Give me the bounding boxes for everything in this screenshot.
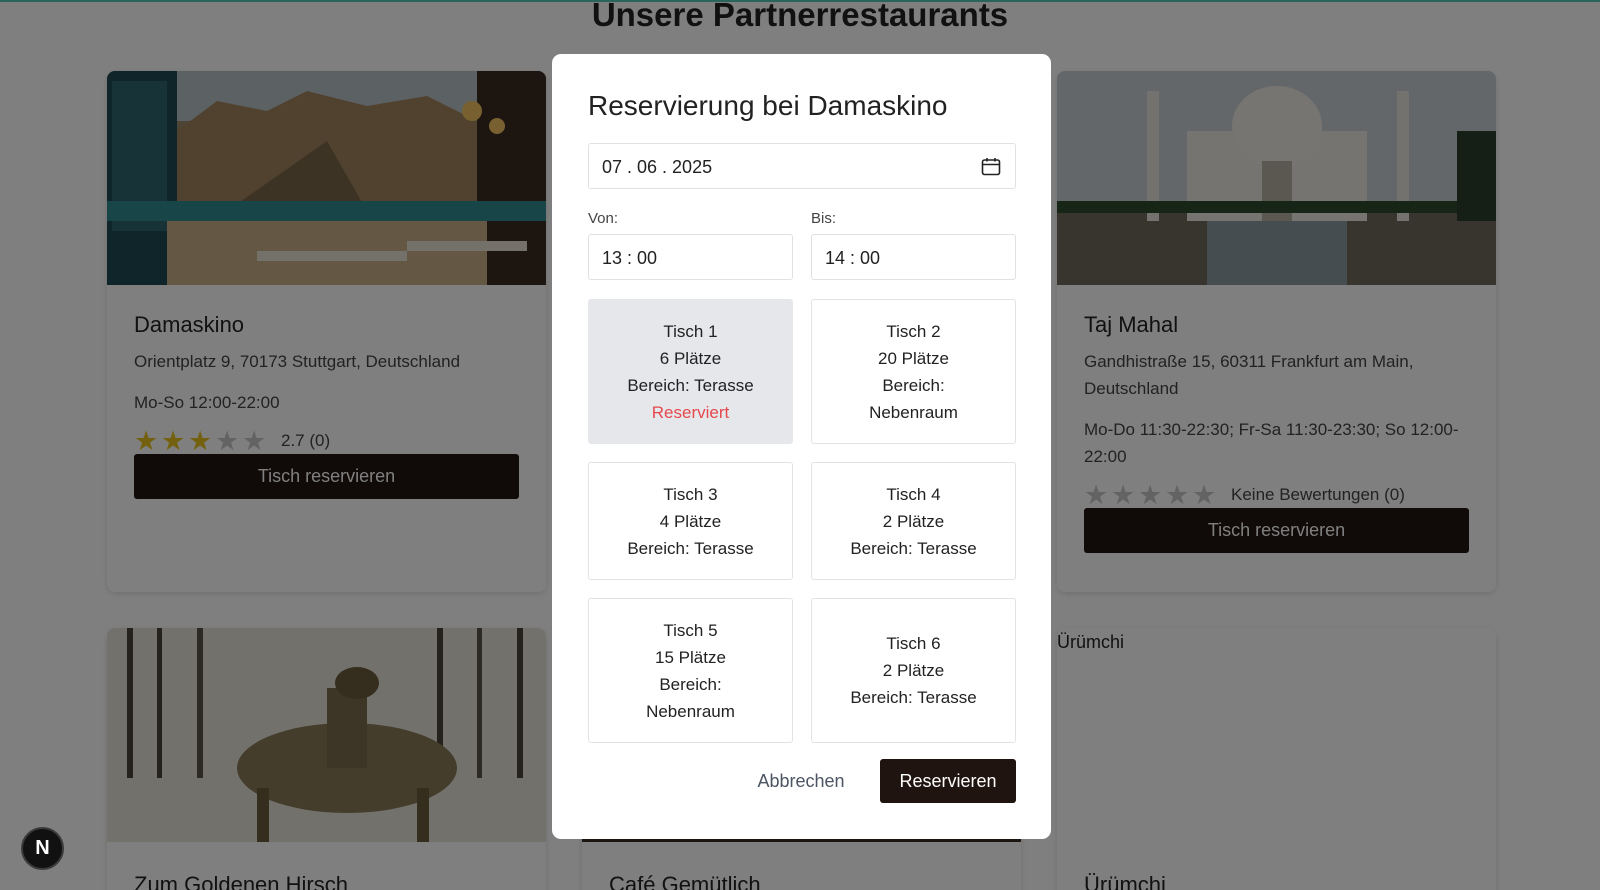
dev-tools-button[interactable]: N: [21, 827, 64, 870]
table-option-5[interactable]: Tisch 5 15 Plätze Bereich: Nebenraum: [588, 598, 793, 743]
from-label: Von:: [588, 210, 619, 227]
date-value: 07 . 06 . 2025: [602, 157, 713, 177]
table-seats: 20 Plätze: [878, 348, 949, 368]
table-name: Tisch 4: [886, 484, 941, 504]
table-name: Tisch 2: [886, 321, 941, 341]
table-name: Tisch 1: [663, 321, 718, 341]
table-name: Tisch 3: [663, 484, 718, 504]
table-seats: 6 Plätze: [659, 348, 722, 368]
table-area: Bereich: Terasse: [627, 375, 754, 395]
table-area: Bereich: Terasse: [850, 538, 977, 558]
table-name: Tisch 6: [886, 634, 941, 653]
table-area: Bereich: Terasse: [850, 688, 977, 707]
reservation-dialog: Reservierung bei Damaskino 07 . 06 . 202…: [552, 54, 1051, 839]
table-status: Reserviert: [651, 402, 730, 422]
table-seats: 4 Plätze: [659, 511, 722, 531]
to-time-input[interactable]: 14 : 00: [811, 234, 1016, 280]
reserve-button[interactable]: Reservieren: [880, 759, 1016, 803]
date-input[interactable]: 07 . 06 . 2025: [588, 143, 1016, 189]
calendar-icon[interactable]: [981, 157, 1001, 176]
table-area: Bereich: Terasse: [627, 538, 754, 558]
table-option-2[interactable]: Tisch 2 20 Plätze Bereich: Nebenraum: [811, 299, 1016, 444]
table-option-6[interactable]: Tisch 6 2 Plätze Bereich: Terasse: [811, 598, 1016, 743]
cancel-button[interactable]: Abbrechen: [744, 759, 858, 803]
table-area-value: Nebenraum: [646, 701, 735, 721]
table-seats: 2 Plätze: [882, 511, 945, 531]
table-seats: 2 Plätze: [882, 661, 945, 680]
table-area-label: Bereich:: [659, 674, 722, 694]
from-time-value: 13 : 00: [602, 248, 658, 268]
table-option-1[interactable]: Tisch 1 6 Plätze Bereich: Terasse Reserv…: [588, 299, 793, 444]
table-seats: 15 Plätze: [655, 647, 726, 667]
table-name: Tisch 5: [663, 620, 718, 640]
table-area-label: Bereich:: [882, 375, 945, 395]
from-time-input[interactable]: 13 : 00: [588, 234, 793, 280]
table-option-3[interactable]: Tisch 3 4 Plätze Bereich: Terasse: [588, 462, 793, 580]
dialog-title: Reservierung bei Damaskino: [588, 90, 948, 121]
table-area-value: Nebenraum: [869, 402, 958, 422]
to-label: Bis:: [811, 210, 837, 227]
table-option-4[interactable]: Tisch 4 2 Plätze Bereich: Terasse: [811, 462, 1016, 580]
to-time-value: 14 : 00: [825, 248, 881, 268]
